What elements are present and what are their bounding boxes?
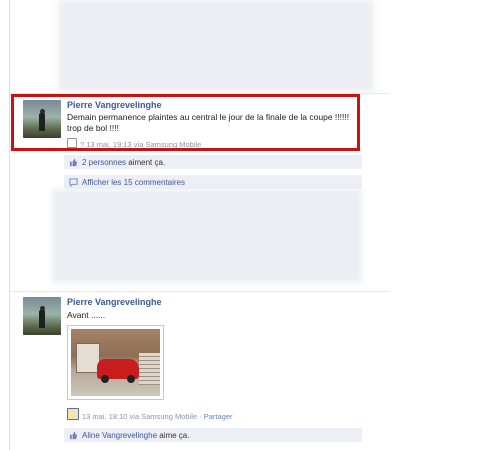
photo-app-icon — [67, 408, 79, 420]
blurred-content — [52, 189, 362, 283]
comment-icon — [69, 178, 78, 187]
divider — [10, 291, 390, 292]
blurred-content — [58, 0, 374, 92]
author-name[interactable]: Pierre Vangrevelinghe — [67, 297, 162, 307]
comments-bar[interactable]: Afficher les 15 commentaires — [64, 175, 362, 189]
share-link[interactable]: Partager — [204, 412, 233, 421]
post-message: Avant ...... — [67, 310, 106, 320]
likes-suffix: aiment ça. — [126, 158, 166, 167]
thumbs-up-icon — [69, 431, 78, 440]
post-timestamp[interactable]: 13 mai, 18:10 via Samsung Mobile · — [82, 412, 204, 421]
post-meta: 13 mai, 18:10 via Samsung Mobile · Parta… — [67, 408, 233, 421]
avatar[interactable] — [23, 297, 61, 335]
likes-bar: Aline Vangrevelinghe aime ça. — [64, 428, 362, 442]
likes-bar: 2 personnes aiment ça. — [64, 155, 362, 169]
likes-link[interactable]: Aline Vangrevelinghe — [82, 431, 157, 440]
likes-suffix: aime ça. — [157, 431, 190, 440]
highlight-box — [11, 94, 360, 151]
thumbs-up-icon — [69, 158, 78, 167]
timeline-border — [9, 0, 10, 450]
post-photo[interactable] — [67, 325, 164, 400]
show-comments-link[interactable]: Afficher les 15 commentaires — [82, 178, 185, 187]
likes-link[interactable]: 2 personnes — [82, 158, 126, 167]
